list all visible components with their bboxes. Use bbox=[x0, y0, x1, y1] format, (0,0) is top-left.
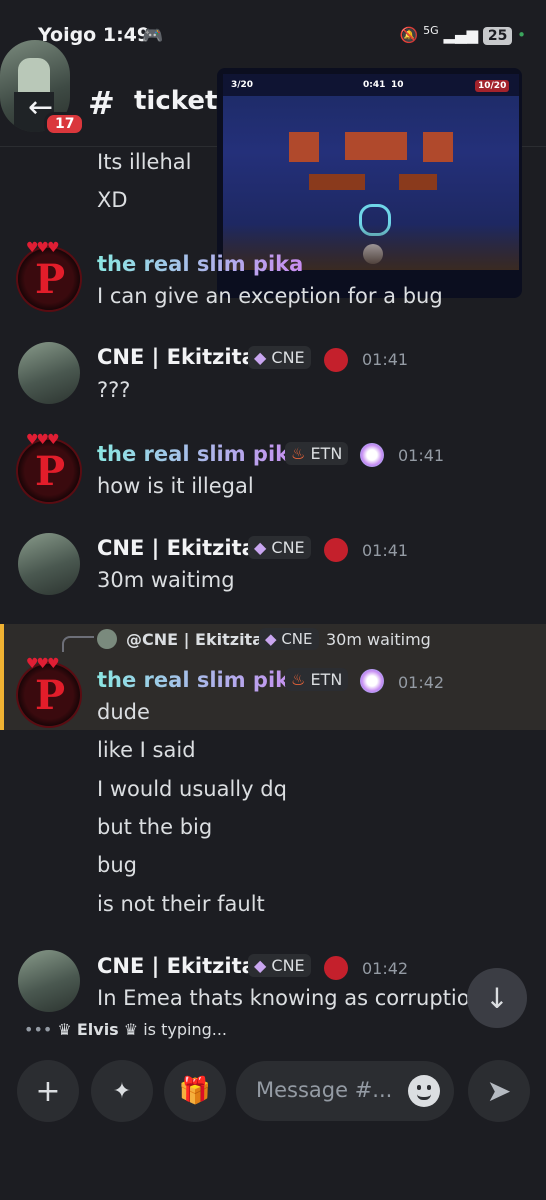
hearts-decoration-icon: ♥♥♥ bbox=[26, 240, 60, 256]
hearts-decoration-icon: ♥♥♥ bbox=[26, 432, 60, 448]
apps-button[interactable]: ✦ bbox=[91, 1060, 153, 1122]
reply-username[interactable]: @CNE | Ekitzita bbox=[126, 630, 263, 649]
status-bar: Yoigo 1:49 🎮 🔕 5G ▂▄▆ 25 • bbox=[0, 0, 546, 70]
username[interactable]: CNE | Ekitzita bbox=[97, 954, 256, 978]
server-tag[interactable]: ◆ CNE bbox=[248, 536, 311, 559]
message-text: Its illehal bbox=[97, 150, 192, 174]
server-tag[interactable]: ◆ CNE bbox=[248, 954, 311, 977]
reply-avatar bbox=[97, 629, 117, 649]
role-icon bbox=[324, 348, 348, 372]
gift-button[interactable]: 🎁 bbox=[164, 1060, 226, 1122]
message-text: ??? bbox=[97, 378, 131, 402]
role-icon bbox=[324, 538, 348, 562]
server-tag[interactable]: ◆ CNE bbox=[248, 346, 311, 369]
message-text: I can give an exception for a bug bbox=[97, 284, 443, 308]
avatar[interactable]: P bbox=[18, 440, 80, 502]
reply-preview[interactable]: 30m waitimg bbox=[326, 630, 431, 649]
hud-right-count: 10/20 bbox=[475, 80, 510, 92]
message-input[interactable]: Message #... bbox=[236, 1061, 454, 1121]
unread-badge: 17 bbox=[44, 112, 86, 136]
username[interactable]: the real slim pika bbox=[97, 252, 303, 276]
server-tag[interactable]: ♨ ETN bbox=[285, 442, 349, 465]
emoji-icon[interactable] bbox=[408, 1075, 440, 1107]
message-text: I would usually dq bbox=[97, 777, 287, 801]
message-text: 30m waitimg bbox=[97, 568, 235, 592]
discord-icon: 🎮 bbox=[142, 26, 164, 46]
username[interactable]: CNE | Ekitzita bbox=[97, 536, 256, 560]
add-attachment-button[interactable]: + bbox=[17, 1060, 79, 1122]
timestamp: 01:42 bbox=[362, 959, 409, 978]
scroll-to-bottom-button[interactable]: ↓ bbox=[467, 968, 527, 1028]
status-icons: 🔕 5G ▂▄▆ 25 • bbox=[400, 24, 526, 45]
hud-timer: 0:41 bbox=[363, 80, 386, 90]
message-text: but the big bbox=[97, 815, 213, 839]
role-icon bbox=[324, 956, 348, 980]
message-text: In Emea thats knowing as corruption bbox=[97, 986, 469, 1010]
crown-icon: ♛ bbox=[123, 1020, 139, 1039]
message-text: bug bbox=[97, 853, 137, 877]
gift-icon: 🎁 bbox=[178, 1076, 212, 1106]
avatar[interactable] bbox=[18, 950, 80, 1012]
plus-icon: + bbox=[35, 1073, 61, 1109]
sparkle-badge-icon bbox=[360, 443, 384, 467]
channel-title[interactable]: ticket- bbox=[134, 86, 228, 116]
timestamp: 01:41 bbox=[362, 541, 409, 560]
avatar[interactable] bbox=[18, 533, 80, 595]
reply-server-tag: ◆ CNE bbox=[259, 628, 319, 650]
typing-suffix: is typing... bbox=[143, 1020, 227, 1039]
crown-icon: ♛ bbox=[57, 1020, 72, 1039]
hud-left-count: 3/20 bbox=[231, 80, 254, 90]
apps-icon: ✦ bbox=[112, 1078, 132, 1104]
active-dot-icon: • bbox=[517, 26, 526, 44]
avatar[interactable] bbox=[18, 342, 80, 404]
typing-indicator: ••• ♛ Elvis ♛ is typing... bbox=[24, 1020, 227, 1039]
timestamp: 01:41 bbox=[362, 350, 409, 369]
game-field: 3/20 0:41 10 10/20 bbox=[223, 74, 519, 270]
timestamp: 01:42 bbox=[398, 673, 445, 692]
send-icon: ➤ bbox=[486, 1073, 512, 1109]
typing-dots-icon: ••• bbox=[24, 1020, 53, 1039]
message-text: like I said bbox=[97, 738, 196, 762]
hud-mid-count: 10 bbox=[391, 80, 404, 90]
avatar[interactable]: P bbox=[18, 248, 80, 310]
message-text: how is it illegal bbox=[97, 474, 254, 498]
message-input-placeholder: Message #... bbox=[256, 1078, 393, 1102]
timestamp: 01:41 bbox=[398, 446, 445, 465]
status-time: Yoigo 1:49 bbox=[38, 24, 151, 46]
send-button[interactable]: ➤ bbox=[468, 1060, 530, 1122]
avatar[interactable]: P bbox=[18, 664, 80, 726]
message-text: XD bbox=[97, 188, 128, 212]
network-label: 5G bbox=[423, 24, 439, 37]
message-text: is not their fault bbox=[97, 892, 265, 916]
hearts-decoration-icon: ♥♥♥ bbox=[26, 656, 60, 672]
reply-connector bbox=[62, 636, 94, 652]
message-text: dude bbox=[97, 700, 150, 724]
server-tag[interactable]: ♨ ETN bbox=[285, 668, 349, 691]
username[interactable]: the real slim pika bbox=[97, 442, 303, 466]
battery-indicator: 25 bbox=[482, 27, 513, 45]
typing-user: Elvis bbox=[76, 1020, 119, 1039]
mute-icon: 🔕 bbox=[399, 26, 419, 44]
signal-icon: ▂▄▆ bbox=[443, 26, 479, 44]
username[interactable]: the real slim pika bbox=[97, 668, 303, 692]
username[interactable]: CNE | Ekitzita bbox=[97, 345, 256, 369]
sparkle-badge-icon bbox=[360, 669, 384, 693]
locked-channel-icon: # bbox=[88, 84, 115, 122]
